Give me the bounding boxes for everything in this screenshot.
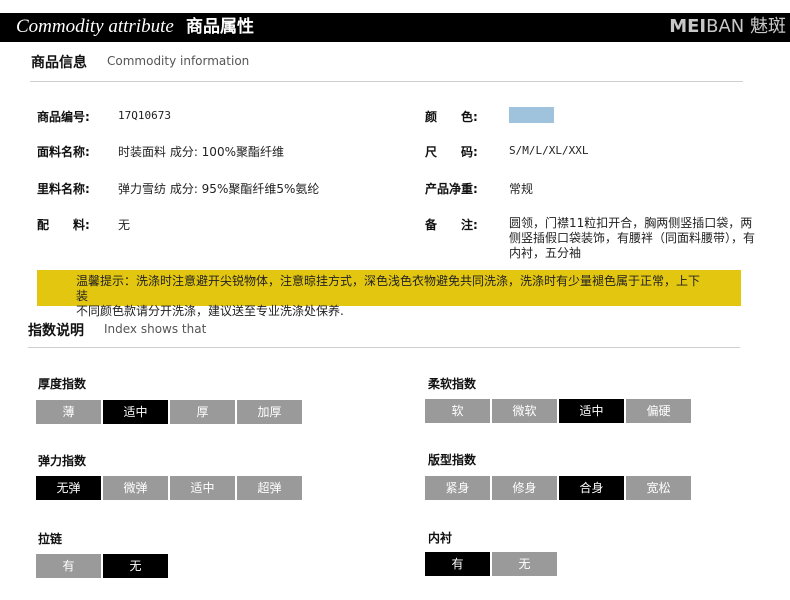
label-weight: 产品净重:: [425, 182, 478, 196]
index-option: 偏硬: [626, 399, 691, 423]
index-option: 微弹: [103, 476, 168, 500]
value-size: S/M/L/XL/XXL: [509, 144, 589, 157]
label-accessories: 配 料:: [37, 218, 90, 232]
label-fabric: 面料名称:: [37, 145, 90, 159]
index-option-selected: 适中: [103, 400, 168, 424]
section-title-info: 商品信息: [31, 55, 87, 71]
label-size: 尺 码:: [425, 145, 478, 159]
label-color: 颜 色:: [425, 110, 478, 124]
index-option: 厚: [170, 400, 235, 424]
care-notice: 温馨提示：洗涤时注意避开尖锐物体，注意晾挂方式，深色浅色衣物避免共同洗涤，洗涤时…: [37, 270, 741, 318]
index-option: 紧身: [425, 476, 490, 500]
brand-logo: MEIBAN 魅斑: [669, 16, 786, 37]
label-lining: 里料名称:: [37, 182, 90, 196]
index-option-selected: 合身: [559, 476, 624, 500]
value-lining: 弹力雪纺 成分: 95%聚酯纤维5%氨纶: [118, 182, 320, 196]
section-title-index: 指数说明: [28, 323, 84, 339]
label-remarks: 备 注:: [425, 218, 478, 232]
index-option: 薄: [36, 400, 101, 424]
index-option: 修身: [492, 476, 557, 500]
care-notice-line1: 温馨提示：洗涤时注意避开尖锐物体，注意晾挂方式，深色浅色衣物避免共同洗涤，洗涤时…: [76, 274, 701, 303]
value-weight: 常规: [509, 182, 534, 196]
banner-title-en: Commodity attribute: [16, 16, 174, 37]
index-option-selected: 无弹: [36, 476, 101, 500]
value-product-code: 17Q10673: [118, 109, 171, 122]
index-option-selected: 适中: [559, 399, 624, 423]
index-option: 无: [492, 552, 557, 576]
index-option: 微软: [492, 399, 557, 423]
value-remarks: 圆领，门襟11粒扣开合，胸两侧竖插口袋，两侧竖插假口袋装饰，有腰袢（同面料腰带）…: [509, 216, 756, 260]
index-option: 超弹: [237, 476, 302, 500]
index-option: 加厚: [237, 400, 302, 424]
divider: [28, 347, 740, 348]
index-option-selected: 有: [425, 552, 490, 576]
index-option: 有: [36, 554, 101, 578]
divider: [30, 81, 743, 82]
section-subtitle-info: Commodity information: [107, 54, 250, 68]
index-option: 适中: [170, 476, 235, 500]
index-group-title: 柔软指数: [428, 377, 477, 391]
section-subtitle-index: Index shows that: [104, 322, 207, 336]
color-swatch: [509, 107, 554, 123]
top-banner: Commodity attribute 商品属性 MEIBAN 魅斑: [0, 13, 790, 42]
index-group-title: 弹力指数: [38, 454, 87, 468]
index-option-selected: 无: [103, 554, 168, 578]
value-accessories: 无: [118, 218, 131, 232]
index-option: 宽松: [626, 476, 691, 500]
index-group-title: 厚度指数: [38, 377, 87, 391]
index-group-title: 内衬: [428, 531, 453, 545]
index-group-title: 版型指数: [428, 453, 477, 467]
label-product-code: 商品编号:: [37, 110, 90, 124]
index-option: 软: [425, 399, 490, 423]
care-notice-line2: 不同颜色款请分开洗涤，建议送至专业洗涤处保养.: [76, 304, 344, 318]
value-fabric: 时装面料 成分: 100%聚酯纤维: [118, 145, 284, 159]
banner-title-cn: 商品属性: [186, 17, 254, 37]
index-group-title: 拉链: [38, 532, 63, 546]
